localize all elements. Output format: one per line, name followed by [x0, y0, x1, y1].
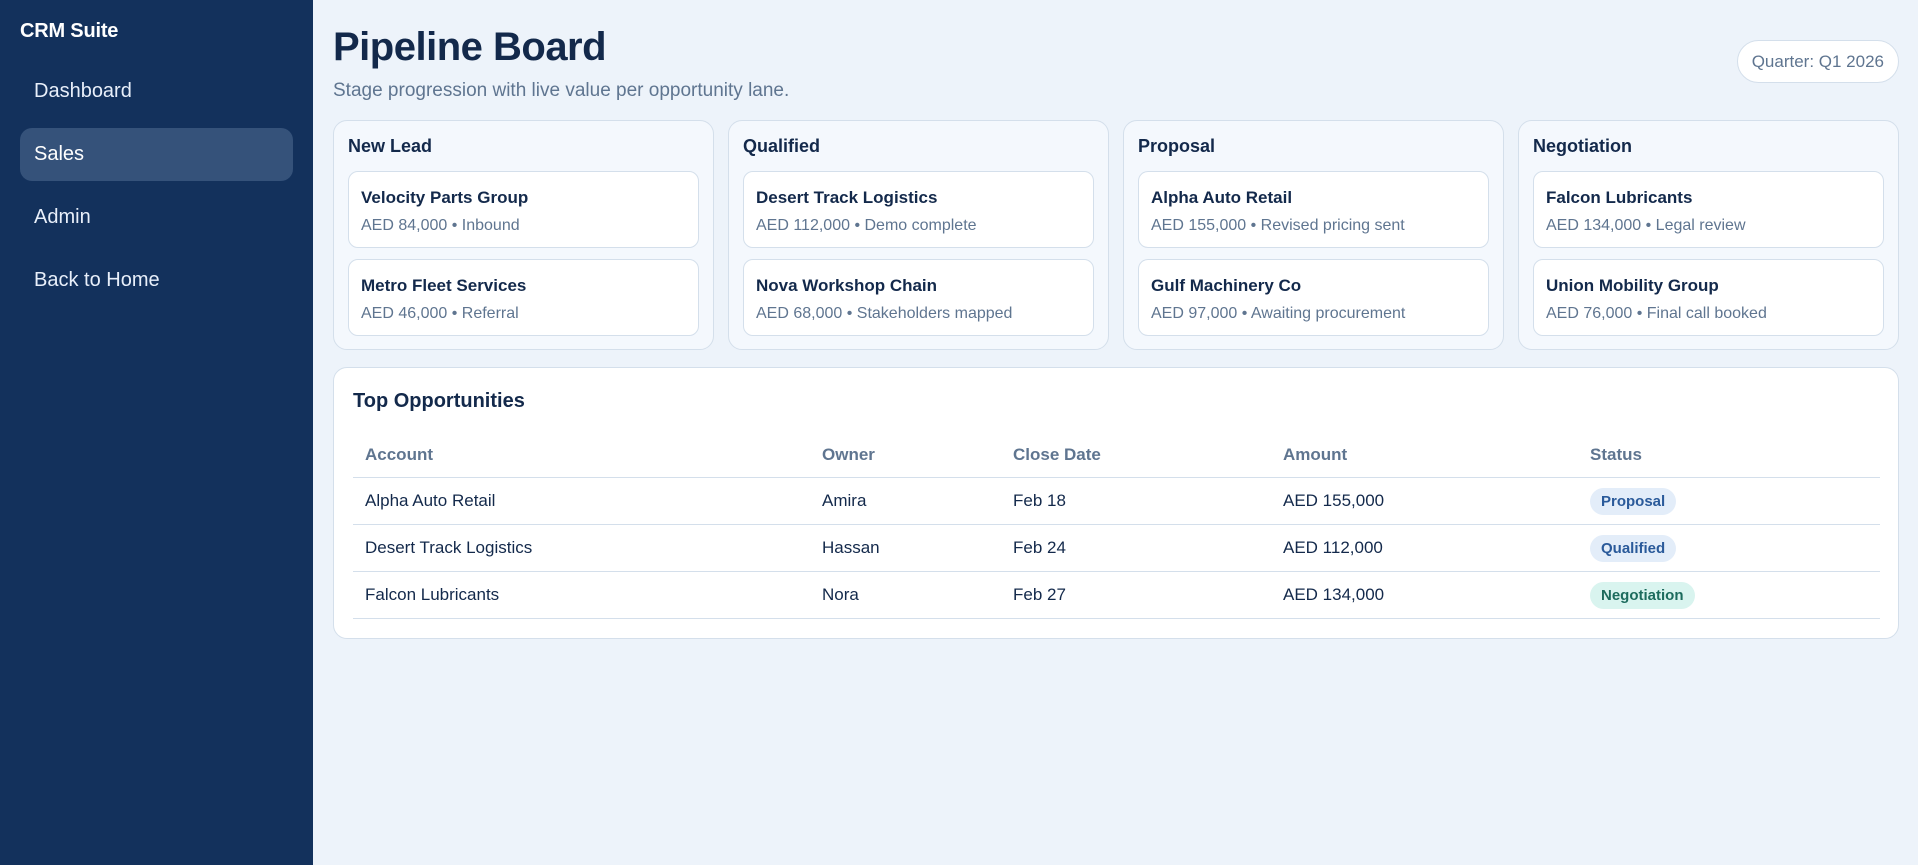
opportunity-name: Union Mobility Group — [1546, 276, 1719, 295]
opportunities-table: Account Owner Close Date Amount Status A… — [353, 433, 1880, 619]
cell-account: Alpha Auto Retail — [353, 477, 810, 525]
status-badge: Proposal — [1590, 487, 1677, 515]
cell-amount: AED 134,000 — [1271, 571, 1578, 619]
opportunity-card[interactable]: Nova Workshop Chain AED 68,000 • Stakeho… — [743, 259, 1094, 336]
sidebar-item-dashboard[interactable]: Dashboard — [20, 65, 293, 118]
cell-account: Desert Track Logistics — [353, 524, 810, 572]
table-header-row: Account Owner Close Date Amount Status — [353, 433, 1880, 478]
opportunity-name: Falcon Lubricants — [1546, 188, 1693, 207]
cell-owner: Amira — [810, 477, 1001, 525]
page-title: Pipeline Board — [333, 25, 607, 69]
opportunity-meta: AED 97,000 • Awaiting procurement — [1151, 305, 1406, 322]
lane-negotiation: Negotiation Falcon Lubricants AED 134,00… — [1518, 120, 1899, 350]
column-header-account: Account — [353, 433, 810, 478]
table-row[interactable]: Alpha Auto Retail Amira Feb 18 AED 155,0… — [353, 477, 1880, 525]
table-row[interactable]: Falcon Lubricants Nora Feb 27 AED 134,00… — [353, 571, 1880, 619]
opportunity-name: Nova Workshop Chain — [756, 276, 938, 295]
opportunity-meta: AED 84,000 • Inbound — [361, 217, 520, 234]
opportunity-meta: AED 46,000 • Referral — [361, 305, 519, 322]
opportunity-meta: AED 134,000 • Legal review — [1546, 217, 1746, 234]
opportunity-name: Alpha Auto Retail — [1151, 188, 1293, 207]
cell-status: Qualified — [1578, 524, 1880, 572]
cell-owner: Nora — [810, 571, 1001, 619]
opportunity-name: Desert Track Logistics — [756, 188, 938, 207]
lane-title: Proposal — [1138, 136, 1216, 156]
status-badge: Qualified — [1590, 534, 1677, 562]
opportunity-meta: AED 76,000 • Final call booked — [1546, 305, 1767, 322]
page-subtitle: Stage progression with live value per op… — [333, 80, 790, 101]
lane-qualified: Qualified Desert Track Logistics AED 112… — [728, 120, 1109, 350]
opportunity-name: Velocity Parts Group — [361, 188, 529, 207]
pipeline-lanes: New Lead Velocity Parts Group AED 84,000… — [333, 120, 1899, 350]
opportunity-card[interactable]: Alpha Auto Retail AED 155,000 • Revised … — [1138, 171, 1489, 248]
opportunity-meta: AED 112,000 • Demo complete — [756, 217, 977, 234]
lane-proposal: Proposal Alpha Auto Retail AED 155,000 •… — [1123, 120, 1504, 350]
column-header-owner: Owner — [810, 433, 1001, 478]
column-header-close-date: Close Date — [1001, 433, 1271, 478]
opportunity-meta: AED 68,000 • Stakeholders mapped — [756, 305, 1013, 322]
cell-status: Proposal — [1578, 477, 1880, 525]
sidebar-item-admin[interactable]: Admin — [20, 191, 293, 244]
lane-title: Negotiation — [1533, 136, 1632, 156]
cell-status: Negotiation — [1578, 571, 1880, 619]
column-header-amount: Amount — [1271, 433, 1578, 478]
sidebar: CRM Suite Dashboard Sales Admin Back to … — [0, 0, 313, 865]
table-title: Top Opportunities — [353, 390, 525, 412]
cell-amount: AED 112,000 — [1271, 524, 1578, 572]
cell-close-date: Feb 24 — [1001, 524, 1271, 572]
table-row[interactable]: Desert Track Logistics Hassan Feb 24 AED… — [353, 524, 1880, 572]
cell-close-date: Feb 27 — [1001, 571, 1271, 619]
brand-title: CRM Suite — [20, 20, 119, 42]
sidebar-item-back-to-home[interactable]: Back to Home — [20, 254, 293, 307]
opportunity-name: Metro Fleet Services — [361, 276, 527, 295]
opportunity-card[interactable]: Velocity Parts Group AED 84,000 • Inboun… — [348, 171, 699, 248]
lane-title: New Lead — [348, 136, 433, 156]
main-content: Pipeline Board Stage progression with li… — [313, 0, 1918, 865]
cell-close-date: Feb 18 — [1001, 477, 1271, 525]
quarter-selector[interactable]: Quarter: Q1 2026 — [1736, 40, 1899, 83]
status-badge: Negotiation — [1590, 581, 1695, 609]
opportunity-card[interactable]: Metro Fleet Services AED 46,000 • Referr… — [348, 259, 699, 336]
opportunity-card[interactable]: Gulf Machinery Co AED 97,000 • Awaiting … — [1138, 259, 1489, 336]
cell-owner: Hassan — [810, 524, 1001, 572]
lane-title: Qualified — [743, 136, 821, 156]
top-opportunities-card: Top Opportunities Account Owner Close Da… — [333, 367, 1899, 639]
opportunity-card[interactable]: Falcon Lubricants AED 134,000 • Legal re… — [1533, 171, 1884, 248]
opportunity-name: Gulf Machinery Co — [1151, 276, 1302, 295]
lane-new-lead: New Lead Velocity Parts Group AED 84,000… — [333, 120, 714, 350]
opportunity-meta: AED 155,000 • Revised pricing sent — [1151, 217, 1405, 234]
column-header-status: Status — [1578, 433, 1880, 478]
sidebar-nav: Dashboard Sales Admin Back to Home — [20, 65, 293, 307]
opportunity-card[interactable]: Desert Track Logistics AED 112,000 • Dem… — [743, 171, 1094, 248]
cell-amount: AED 155,000 — [1271, 477, 1578, 525]
sidebar-item-sales[interactable]: Sales — [20, 128, 293, 181]
cell-account: Falcon Lubricants — [353, 571, 810, 619]
opportunity-card[interactable]: Union Mobility Group AED 76,000 • Final … — [1533, 259, 1884, 336]
